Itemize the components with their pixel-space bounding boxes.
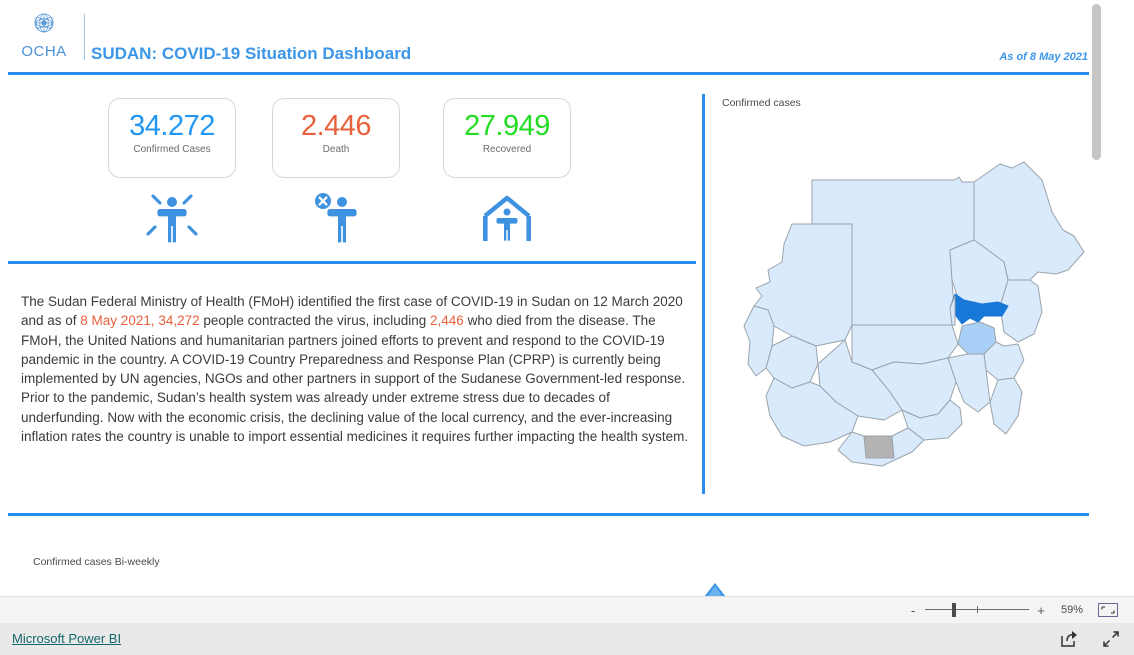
kpi-label-confirmed-cases: Confirmed Cases xyxy=(133,144,211,155)
zoom-out-button[interactable]: - xyxy=(908,603,918,618)
share-icon[interactable] xyxy=(1060,630,1078,653)
zoom-slider[interactable] xyxy=(925,603,1029,617)
kpi-label-death: Death xyxy=(322,144,350,155)
map-region-blue-nile xyxy=(989,377,1023,435)
person-deceased-icon xyxy=(272,192,400,251)
zoom-controls: - + 59% xyxy=(908,597,1118,623)
narrative-paragraph-1: The Sudan Federal Ministry of Health (FM… xyxy=(21,292,689,388)
narrative-p1-part2: people contracted the virus, including xyxy=(199,313,431,329)
person-recovered-home-icon xyxy=(443,192,571,249)
footer-actions xyxy=(1060,630,1120,653)
fullscreen-icon[interactable] xyxy=(1102,630,1120,653)
section-separator-middle xyxy=(8,261,696,264)
dashboard-header: OCHA SUDAN: COVID-19 Situation Dashboard… xyxy=(0,0,1104,76)
narrative-highlight-date-cases: 8 May 2021, 34,272 xyxy=(80,313,200,329)
narrative-text: The Sudan Federal Ministry of Health (FM… xyxy=(21,292,689,446)
header-rule xyxy=(8,72,1096,75)
kpi-value-recovered: 27.949 xyxy=(464,110,550,142)
kpi-card-death[interactable]: 2.446 Death xyxy=(272,98,400,178)
un-emblem-icon xyxy=(14,8,74,42)
power-bi-report-viewer: OCHA SUDAN: COVID-19 Situation Dashboard… xyxy=(0,0,1134,655)
zoom-status-bar: - + 59% xyxy=(0,596,1134,624)
zoom-in-button[interactable]: + xyxy=(1036,603,1046,618)
fit-to-page-icon[interactable] xyxy=(1098,603,1118,617)
vertical-scrollbar-thumb[interactable] xyxy=(1092,4,1101,160)
sudan-choropleth-map[interactable] xyxy=(712,120,1102,490)
vertical-divider xyxy=(702,94,705,494)
narrative-paragraph-2: Prior to the pandemic, Sudan’s health sy… xyxy=(21,390,689,445)
map-title: Confirmed cases xyxy=(722,97,801,109)
ocha-logo: OCHA xyxy=(14,8,74,60)
triangle-up-icon[interactable] xyxy=(702,582,728,596)
zoom-slider-thumb[interactable] xyxy=(952,603,956,617)
map-region-kassala xyxy=(999,279,1043,343)
header-divider xyxy=(84,14,85,60)
microsoft-power-bi-link[interactable]: Microsoft Power BI xyxy=(12,631,121,646)
section-separator-bottom xyxy=(8,513,1096,516)
kpi-label-recovered: Recovered xyxy=(482,144,532,155)
zoom-slider-tick xyxy=(977,606,978,613)
report-footer: Microsoft Power BI xyxy=(0,623,1134,655)
kpi-value-confirmed-cases: 34.272 xyxy=(129,110,215,142)
as-of-date: As of 8 May 2021 xyxy=(999,51,1088,63)
vertical-scrollbar[interactable] xyxy=(1089,0,1104,596)
ocha-label: OCHA xyxy=(21,43,67,60)
biweekly-chart-title: Confirmed cases Bi-weekly xyxy=(33,556,160,568)
kpi-card-recovered[interactable]: 27.949 Recovered xyxy=(443,98,571,178)
map-region-abyei-disputed xyxy=(863,435,895,459)
kpi-value-death: 2.446 xyxy=(300,110,372,142)
page-title: SUDAN: COVID-19 Situation Dashboard xyxy=(91,44,412,63)
kpi-card-confirmed-cases[interactable]: 34.272 Confirmed Cases xyxy=(108,98,236,178)
narrative-highlight-deaths: 2,446 xyxy=(430,313,464,329)
person-infected-icon xyxy=(108,192,236,251)
report-canvas: OCHA SUDAN: COVID-19 Situation Dashboard… xyxy=(0,0,1104,596)
zoom-percentage: 59% xyxy=(1060,604,1083,616)
map-region-sennar xyxy=(983,341,1025,381)
